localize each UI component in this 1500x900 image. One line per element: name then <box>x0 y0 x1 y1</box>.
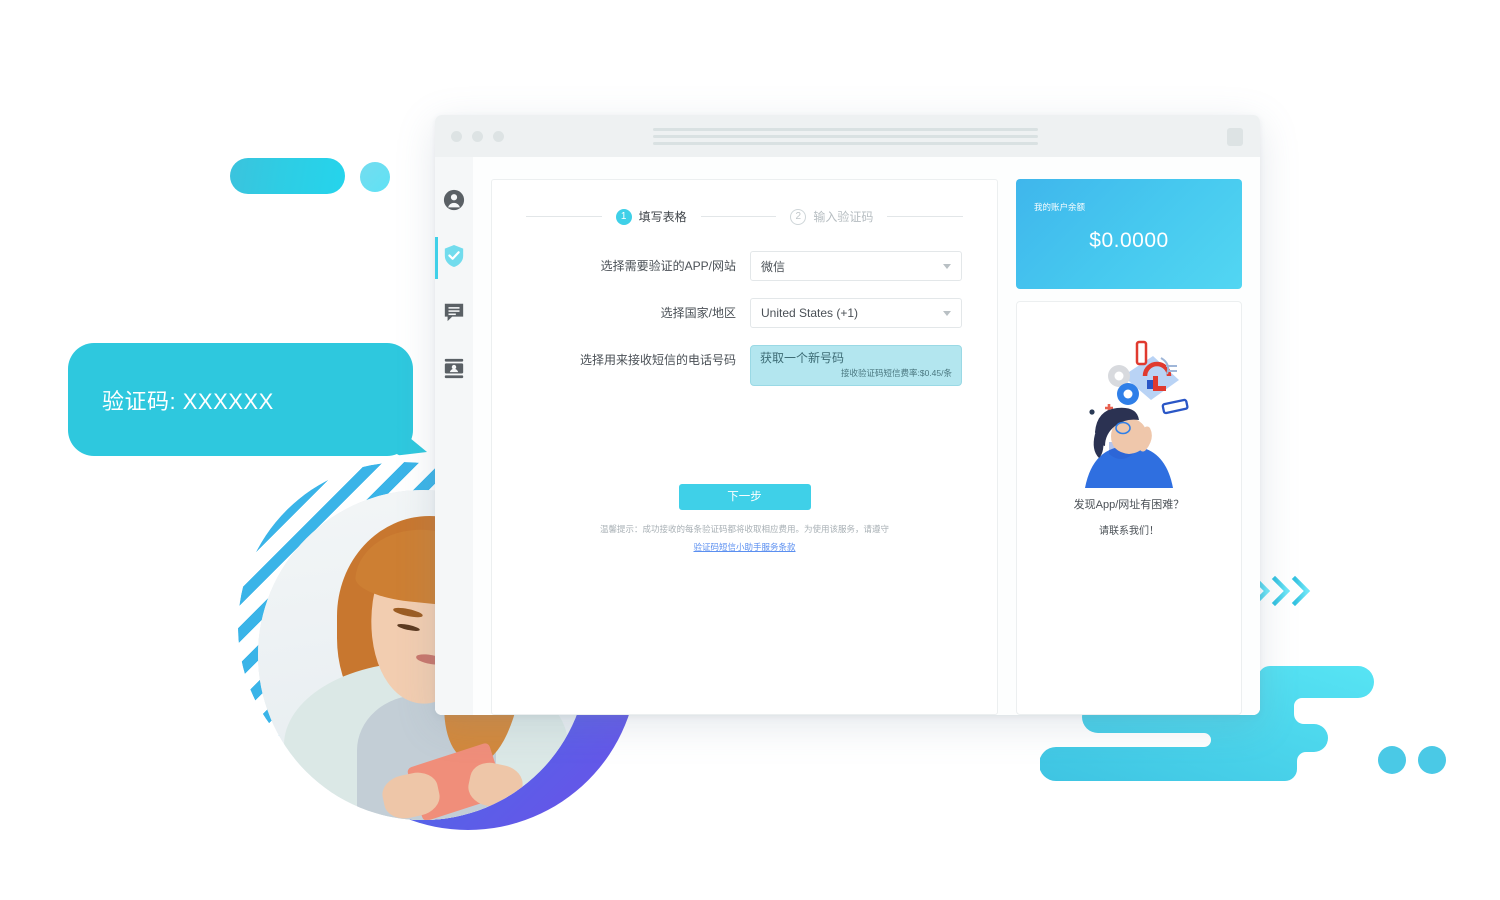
sms-rate-text: 接收验证码短信费率:$0.45/条 <box>841 368 952 378</box>
phone-number-label: 选择用来接收短信的电话号码 <box>579 353 736 367</box>
sidebar-item-contacts[interactable] <box>435 353 473 387</box>
decorative-pill <box>230 158 345 194</box>
window-controls[interactable] <box>451 130 504 142</box>
sidebar-item-verification[interactable] <box>435 237 473 279</box>
step-2-number: 2 <box>790 208 807 225</box>
step-2-enter-code[interactable]: 2 输入验证码 <box>776 208 887 225</box>
sms-speech-bubble-text: 验证码: XXXXXX <box>102 388 274 414</box>
account-balance-label: 我的账户余额 <box>1034 202 1086 212</box>
window-close-dot[interactable] <box>451 130 462 142</box>
chevron-down-icon <box>943 264 951 269</box>
titlebar-menu-button[interactable] <box>1227 128 1243 146</box>
step-1-number: 1 <box>615 208 632 225</box>
terms-of-service-link[interactable]: 验证码短信小助手服务条款 <box>518 539 971 555</box>
form-row-app-website: 选择需要验证的APP/网站 微信 <box>518 251 971 281</box>
step-line <box>887 216 963 217</box>
app-website-select[interactable]: 微信 <box>750 251 962 281</box>
account-balance-amount: $0.0000 <box>1089 229 1169 252</box>
sidebar-item-account[interactable] <box>435 185 473 219</box>
country-region-label: 选择国家/地区 <box>660 306 736 320</box>
app-website-value: 微信 <box>761 259 786 274</box>
decorative-dot <box>360 162 390 192</box>
form-row-country-region: 选择国家/地区 United States (+1) <box>518 298 971 328</box>
address-line <box>653 142 1038 145</box>
message-lines-icon <box>443 301 465 328</box>
step-2-label: 输入验证码 <box>813 210 874 224</box>
next-step-button[interactable]: 下一步 <box>678 484 811 510</box>
step-1-fill-form[interactable]: 1 填写表格 <box>602 208 701 225</box>
help-contact-card[interactable]: 发现App/网址有困难？ 请联系我们！ <box>1016 301 1242 715</box>
person-thinking-lock-gear-illustration <box>1065 328 1193 488</box>
content-area: 1 填写表格 2 输入验证码 选择需要验证的APP/网站 微信 选择国家/地区 … <box>473 157 1260 715</box>
terms-footnote: 温馨提示：成功接收的每条验证码都将收取相应费用。为使用该服务，请遵守 验证码短信… <box>518 521 971 555</box>
form-row-phone-number: 选择用来接收短信的电话号码 获取一个新号码 接收验证码短信费率:$0.45/条 <box>518 345 971 386</box>
address-line <box>653 135 1038 138</box>
app-sidebar <box>435 157 473 715</box>
get-new-number-label: 获取一个新号码 <box>760 351 845 365</box>
right-column: 我的账户余额 $0.0000 发现App/网址有困难？ 请联系我们！ <box>1016 179 1242 715</box>
sidebar-item-messages[interactable] <box>435 297 473 331</box>
chevron-down-icon <box>943 311 951 316</box>
step-line <box>700 216 777 217</box>
help-card-subtitle: 请联系我们！ <box>1099 526 1159 537</box>
shield-check-icon <box>443 244 465 273</box>
user-circle-icon <box>443 189 465 216</box>
window-body: 1 填写表格 2 输入验证码 选择需要验证的APP/网站 微信 选择国家/地区 … <box>435 157 1260 715</box>
country-region-value: United States (+1) <box>761 306 859 320</box>
address-bar-placeholder[interactable] <box>653 128 1038 145</box>
browser-titlebar <box>435 115 1260 157</box>
form-fields: 选择需要验证的APP/网站 微信 选择国家/地区 United States (… <box>518 251 971 386</box>
verification-form-card: 1 填写表格 2 输入验证码 选择需要验证的APP/网站 微信 选择国家/地区 … <box>491 179 998 715</box>
app-website-label: 选择需要验证的APP/网站 <box>600 259 736 273</box>
account-balance-card: 我的账户余额 $0.0000 <box>1016 179 1242 289</box>
country-region-select[interactable]: United States (+1) <box>750 298 962 328</box>
sms-speech-bubble: 验证码: XXXXXX <box>68 343 427 456</box>
browser-window: 1 填写表格 2 输入验证码 选择需要验证的APP/网站 微信 选择国家/地区 … <box>435 115 1260 715</box>
next-button-area: 下一步 温馨提示：成功接收的每条验证码都将收取相应费用。为使用该服务，请遵守 验… <box>518 484 971 555</box>
step-1-label: 填写表格 <box>638 210 687 224</box>
get-new-number-button[interactable]: 获取一个新号码 接收验证码短信费率:$0.45/条 <box>750 345 962 386</box>
address-line <box>653 128 1038 131</box>
terms-footnote-text: 温馨提示：成功接收的每条验证码都将收取相应费用。为使用该服务，请遵守 <box>599 524 889 534</box>
window-maximize-dot[interactable] <box>493 130 504 142</box>
help-card-title: 发现App/网址有困难？ <box>1073 499 1185 511</box>
window-minimize-dot[interactable] <box>472 130 483 142</box>
contact-card-icon <box>443 357 465 384</box>
step-line <box>526 216 602 217</box>
step-indicator: 1 填写表格 2 输入验证码 <box>526 208 963 225</box>
